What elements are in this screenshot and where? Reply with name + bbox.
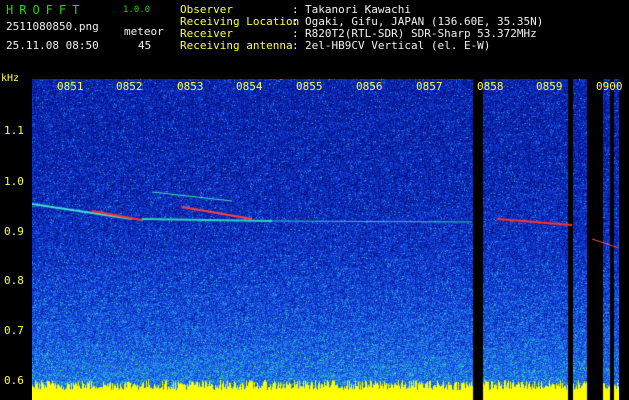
time-tick-label: 0858 <box>477 80 504 93</box>
file-name: 2511080850.png <box>6 20 99 33</box>
meteor-label: meteor <box>124 25 164 38</box>
y-tick-label: 0.8 <box>4 274 24 287</box>
time-tick-label: 0900 <box>596 80 623 93</box>
antenna-value: 2el-HB9CV Vertical (el. E-W) <box>305 39 491 52</box>
time-tick-label: 0859 <box>536 80 563 93</box>
y-tick-label: 0.7 <box>4 324 24 337</box>
time-tick-label: 0857 <box>416 80 443 93</box>
spectrogram-plot <box>32 79 619 400</box>
time-tick-label: 0855 <box>296 80 323 93</box>
y-tick-label: 0.6 <box>4 374 24 387</box>
y-tick-label: 1.0 <box>4 175 24 188</box>
meteor-count: 45 <box>138 39 152 52</box>
y-tick-label: 1.1 <box>4 124 24 137</box>
date-time: 25.11.08 08:50 <box>6 39 99 52</box>
time-tick-label: 0852 <box>116 80 143 93</box>
app-version: 1.0.0 <box>123 5 151 15</box>
time-tick-label: 0854 <box>236 80 263 93</box>
antenna-label: Receiving antenna <box>180 39 293 52</box>
time-tick-label: 0853 <box>177 80 204 93</box>
app-name: HROFFT <box>6 3 86 17</box>
y-axis-unit: kHz <box>1 73 20 84</box>
y-tick-label: 0.9 <box>4 225 24 238</box>
time-tick-label: 0851 <box>57 80 84 93</box>
time-tick-label: 0856 <box>356 80 383 93</box>
separator: : <box>292 39 299 52</box>
